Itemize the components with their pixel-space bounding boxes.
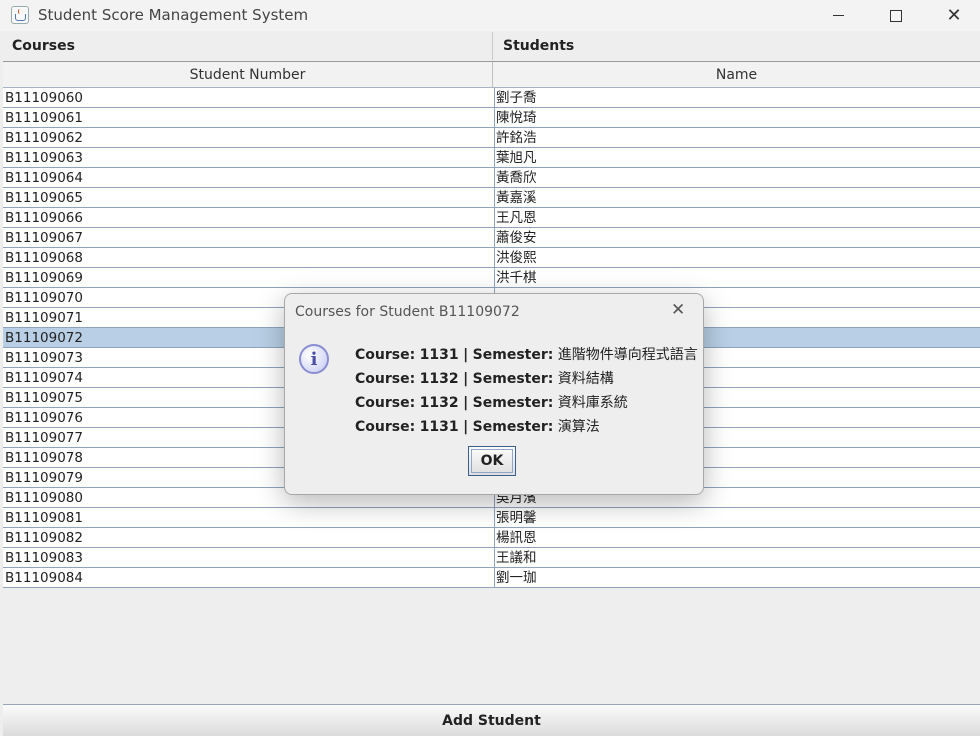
add-student-button[interactable]: Add Student <box>3 704 980 736</box>
semester-label: Semester: <box>472 371 554 387</box>
dialog-close-button[interactable]: ✕ <box>671 300 685 320</box>
column-header-name[interactable]: Name <box>493 62 980 87</box>
course-label: Course: <box>355 371 416 387</box>
cell-name[interactable]: 王議和 <box>494 548 976 567</box>
course-code: 1131 <box>419 347 459 363</box>
cell-student-number[interactable]: B11109081 <box>5 508 491 527</box>
table-row[interactable]: B11109068 洪俊熙 <box>3 248 980 268</box>
table-row[interactable]: B11109069 洪千棋 <box>3 268 980 288</box>
cell-name[interactable]: 黃嘉溪 <box>494 188 976 207</box>
tab-students[interactable]: Students <box>494 32 980 60</box>
course-line: Course: 1131 | Semester: 進階物件導向程式語言 <box>355 344 698 368</box>
cell-name[interactable]: 洪千棋 <box>494 268 976 287</box>
cell-student-number[interactable]: B11109069 <box>5 268 491 287</box>
close-icon: ✕ <box>946 4 962 26</box>
java-cup-icon <box>11 6 29 24</box>
separator: | <box>463 371 469 387</box>
courses-dialog: Courses for Student B11109072 ✕ i Course… <box>284 293 704 495</box>
close-icon: ✕ <box>671 300 686 320</box>
table-row[interactable]: B11109065 黃嘉溪 <box>3 188 980 208</box>
semester-label: Semester: <box>472 395 554 411</box>
table-row[interactable]: B11109060 劉子喬 <box>3 88 980 108</box>
table-row[interactable]: B11109081 張明馨 <box>3 508 980 528</box>
cell-name[interactable]: 洪俊熙 <box>494 248 976 267</box>
cell-student-number[interactable]: B11109068 <box>5 248 491 267</box>
cell-student-number[interactable]: B11109066 <box>5 208 491 227</box>
cell-name[interactable]: 蕭俊安 <box>494 228 976 247</box>
table-row[interactable]: B11109084 劉一珈 <box>3 568 980 588</box>
course-line: Course: 1131 | Semester: 演算法 <box>355 416 698 440</box>
maximize-button[interactable] <box>867 0 925 31</box>
course-name: 資料庫系統 <box>557 395 628 411</box>
cell-name[interactable]: 葉旭凡 <box>494 148 976 167</box>
course-name: 演算法 <box>557 419 600 435</box>
separator: | <box>463 395 469 411</box>
window-title: Student Score Management System <box>38 6 309 24</box>
cell-student-number[interactable]: B11109067 <box>5 228 491 247</box>
separator: | <box>463 419 469 435</box>
course-code: 1132 <box>419 395 459 411</box>
course-code: 1132 <box>419 371 459 387</box>
minimize-icon <box>832 15 844 16</box>
separator: | <box>463 347 469 363</box>
course-label: Course: <box>355 419 416 435</box>
cell-student-number[interactable]: B11109063 <box>5 148 491 167</box>
cell-name[interactable]: 陳悅琦 <box>494 108 976 127</box>
minimize-button[interactable] <box>809 0 867 31</box>
table-row[interactable]: B11109067 蕭俊安 <box>3 228 980 248</box>
cell-name[interactable]: 張明馨 <box>494 508 976 527</box>
cell-name[interactable]: 王凡恩 <box>494 208 976 227</box>
cell-student-number[interactable]: B11109082 <box>5 528 491 547</box>
cell-name[interactable]: 黃喬欣 <box>494 168 976 187</box>
cell-student-number[interactable]: B11109064 <box>5 168 491 187</box>
tab-bar: Courses Students <box>3 32 980 61</box>
cell-student-number[interactable]: B11109083 <box>5 548 491 567</box>
table-row[interactable]: B11109063 葉旭凡 <box>3 148 980 168</box>
course-label: Course: <box>355 347 416 363</box>
table-row[interactable]: B11109061 陳悅琦 <box>3 108 980 128</box>
cell-name[interactable]: 劉子喬 <box>494 88 976 107</box>
table-row[interactable]: B11109083 王議和 <box>3 548 980 568</box>
course-name: 進階物件導向程式語言 <box>557 347 698 363</box>
course-line: Course: 1132 | Semester: 資料結構 <box>355 368 698 392</box>
dialog-message: Course: 1131 | Semester: 進階物件導向程式語言 Cours… <box>355 344 698 440</box>
semester-label: Semester: <box>472 347 554 363</box>
table-row[interactable]: B11109064 黃喬欣 <box>3 168 980 188</box>
course-line: Course: 1132 | Semester: 資料庫系統 <box>355 392 698 416</box>
info-icon: i <box>299 344 329 374</box>
course-name: 資料結構 <box>557 371 614 387</box>
cell-name[interactable]: 劉一珈 <box>494 568 976 587</box>
cell-student-number[interactable]: B11109061 <box>5 108 491 127</box>
cell-student-number[interactable]: B11109084 <box>5 568 491 587</box>
tab-courses[interactable]: Courses <box>3 32 493 60</box>
cell-student-number[interactable]: B11109065 <box>5 188 491 207</box>
course-label: Course: <box>355 395 416 411</box>
title-bar: Student Score Management System ✕ <box>0 0 980 31</box>
course-code: 1131 <box>419 419 459 435</box>
cell-student-number[interactable]: B11109062 <box>5 128 491 147</box>
dialog-title: Courses for Student B11109072 <box>295 304 520 320</box>
column-header-student-number[interactable]: Student Number <box>3 62 493 87</box>
table-row[interactable]: B11109066 王凡恩 <box>3 208 980 228</box>
ok-button[interactable]: OK <box>468 446 516 476</box>
semester-label: Semester: <box>472 419 554 435</box>
cell-student-number[interactable]: B11109060 <box>5 88 491 107</box>
close-window-button[interactable]: ✕ <box>925 0 980 31</box>
maximize-icon <box>890 9 902 22</box>
table-row[interactable]: B11109062 許銘浩 <box>3 128 980 148</box>
cell-name[interactable]: 許銘浩 <box>494 128 976 147</box>
table-row[interactable]: B11109082 楊訊恩 <box>3 528 980 548</box>
table-header: Student Number Name <box>3 62 980 88</box>
cell-name[interactable]: 楊訊恩 <box>494 528 976 547</box>
